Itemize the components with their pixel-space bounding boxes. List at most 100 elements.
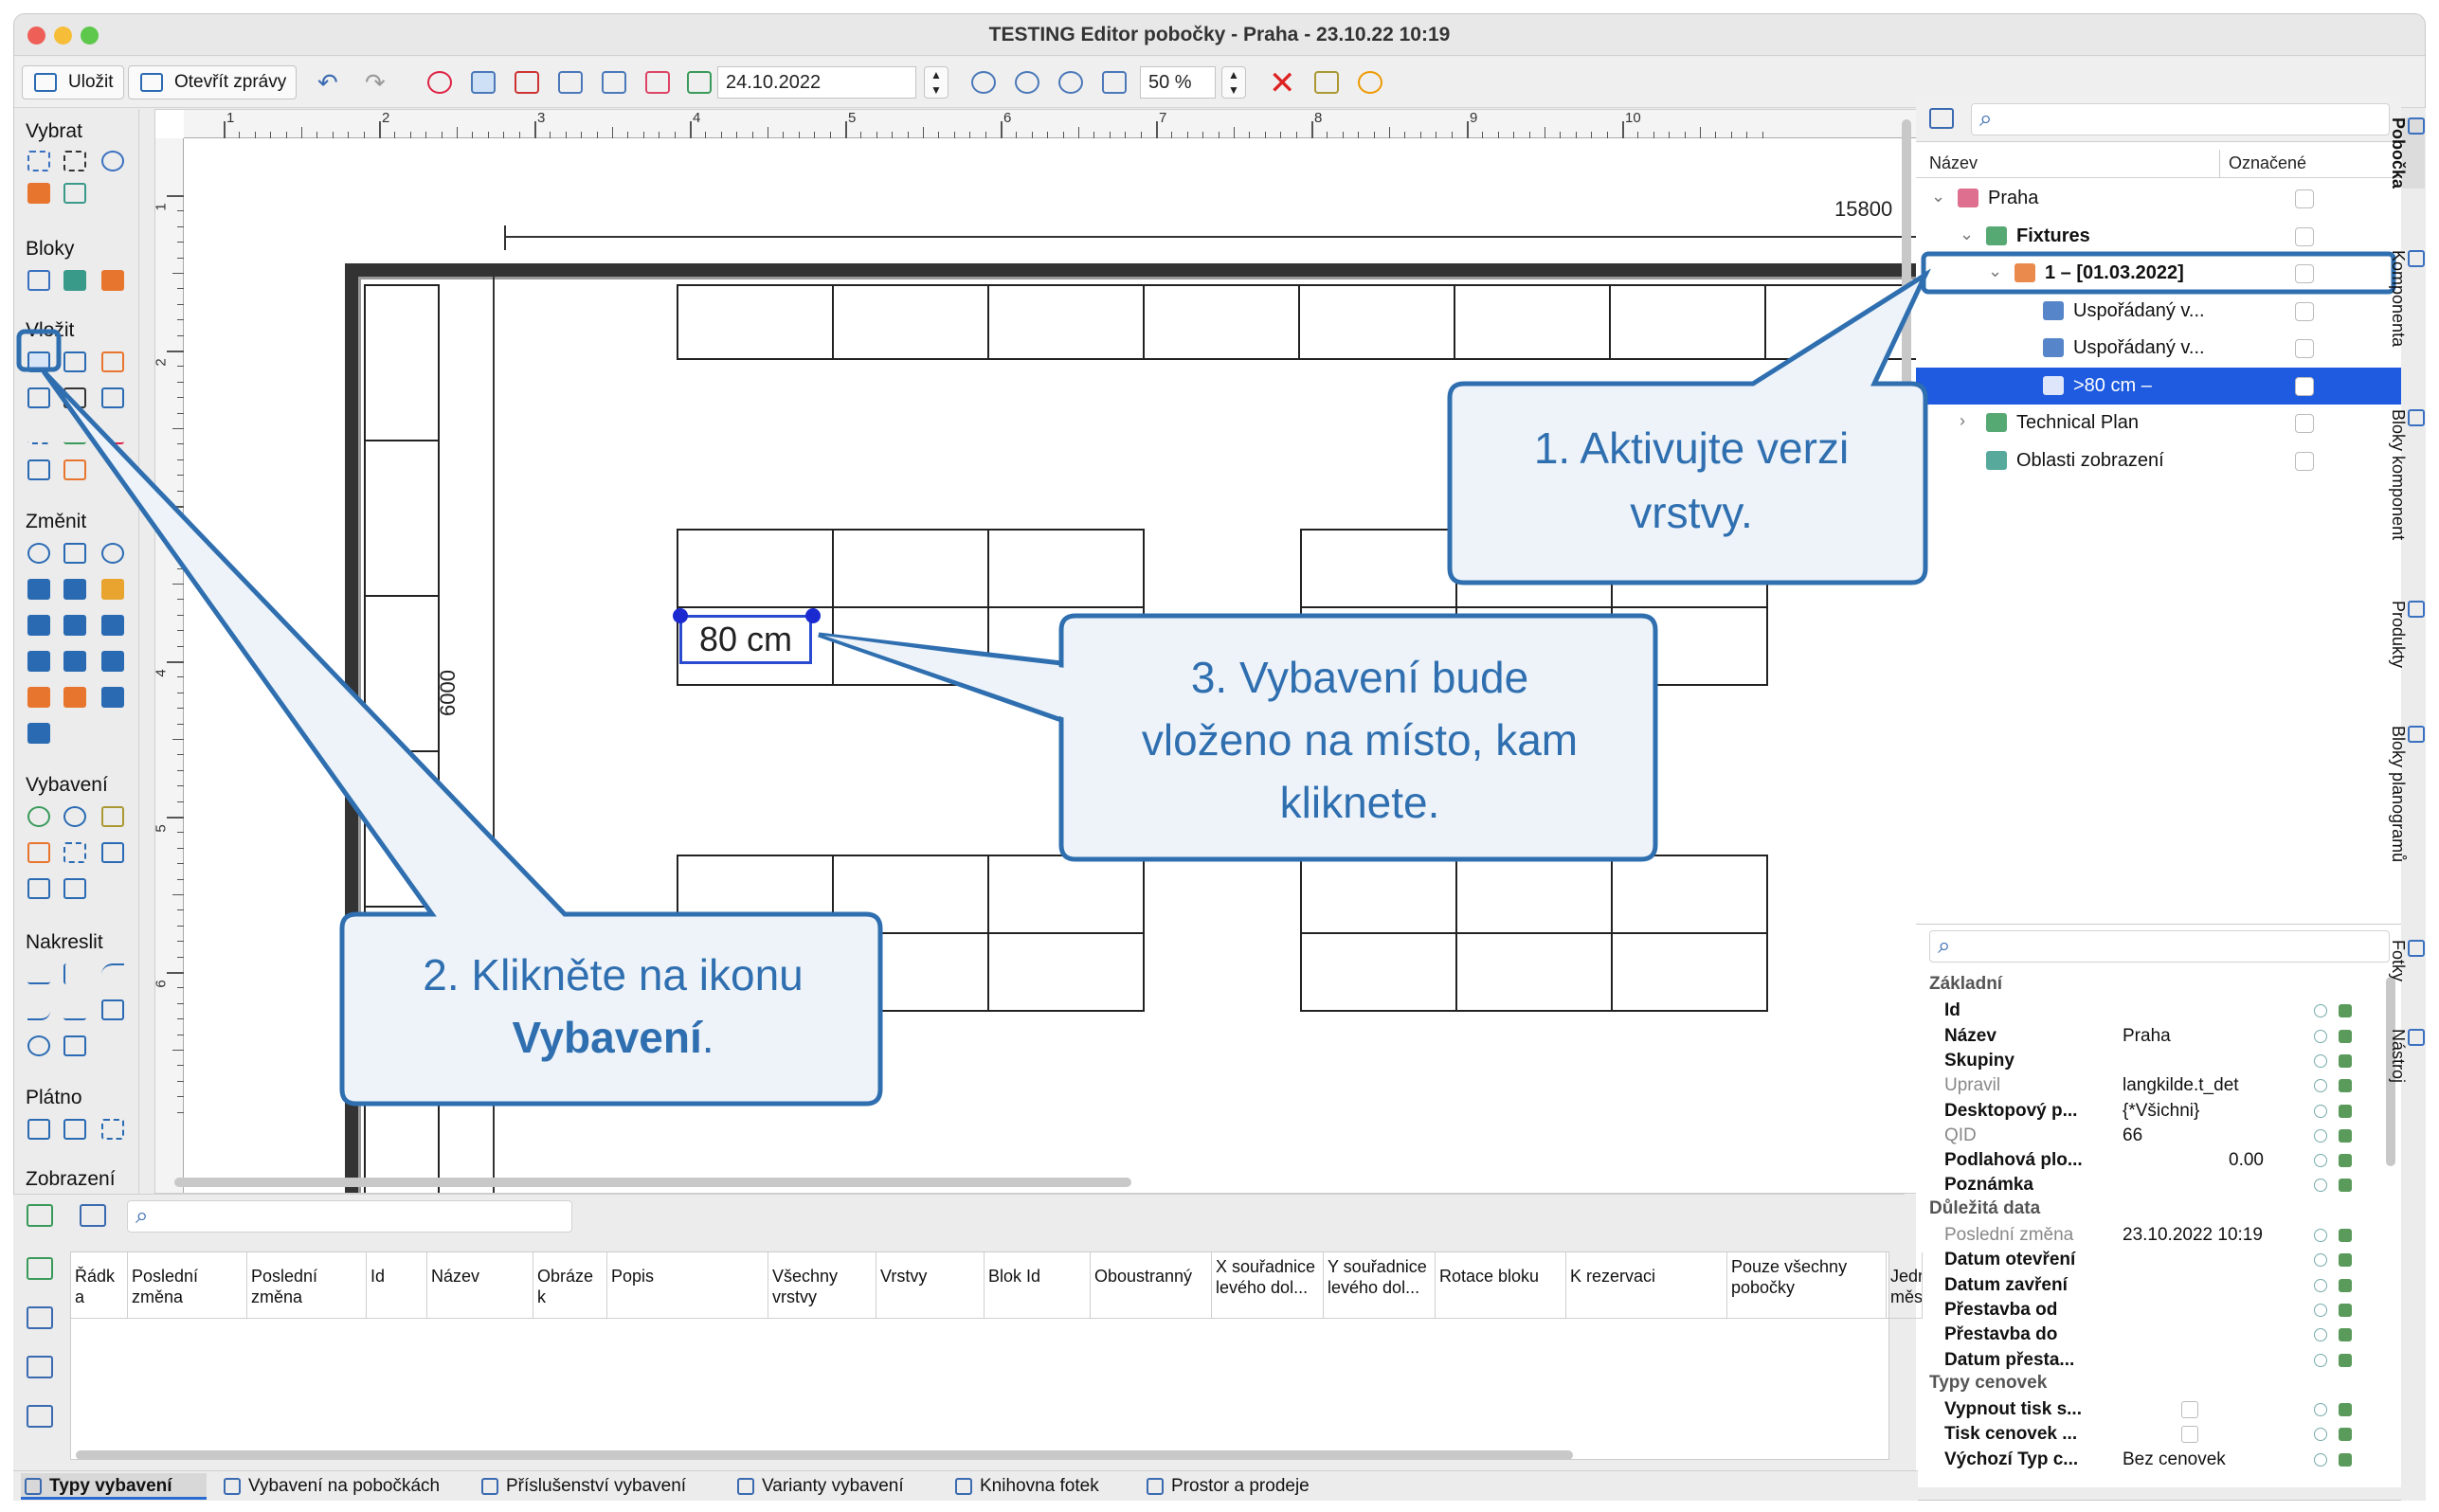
align-bottom-icon[interactable] (101, 651, 124, 672)
prop-reset-icon[interactable] (2314, 1053, 2327, 1068)
prop-edit-icon[interactable] (2339, 1229, 2352, 1242)
prop-edit-icon[interactable] (2339, 1278, 2352, 1292)
wall-shelf-unit[interactable] (364, 440, 440, 597)
island-d-cell[interactable] (1455, 855, 1613, 934)
insert-table-icon[interactable] (101, 387, 124, 408)
prop-reset-icon[interactable] (2314, 1029, 2327, 1043)
tree-expand-icon[interactable]: ⌄ (1931, 178, 1945, 215)
bottom-tab[interactable]: Typy vybavení (21, 1473, 207, 1500)
excel-import-icon[interactable] (27, 1257, 53, 1280)
top-shelf-cell[interactable] (1764, 284, 1916, 360)
island-b-cell[interactable] (1300, 529, 1457, 608)
maximize-window-button[interactable] (81, 27, 99, 45)
insert-gondola-icon[interactable] (101, 351, 124, 372)
vertical-tab[interactable]: Nástroj (2389, 1029, 2425, 1083)
tree-item-checkbox[interactable] (2295, 189, 2314, 208)
tree-expand-icon[interactable]: › (1960, 403, 1965, 440)
fixture-rename-icon[interactable] (101, 806, 124, 827)
rotate-icon[interactable] (101, 543, 124, 564)
data-grid[interactable]: Řádk a Poslední změna Poslední změna Id Náze… (70, 1251, 1923, 1460)
fixture-tree-icon[interactable] (27, 806, 50, 827)
top-shelf-cell[interactable] (1454, 284, 1611, 360)
wall-shelf-unit[interactable] (364, 595, 440, 752)
bottom-tab[interactable]: Knihovna fotek (951, 1473, 1129, 1500)
top-shelf-cell[interactable] (1609, 284, 1766, 360)
vertical-tab[interactable]: Bloky komponent (2389, 409, 2425, 540)
island-a-cell[interactable] (987, 529, 1145, 608)
tree-item[interactable]: ⌄ Praha (1916, 180, 2401, 217)
prop-edit-icon[interactable] (2339, 1179, 2352, 1193)
prop-reset-icon[interactable] (2314, 1278, 2327, 1292)
island-c-cell[interactable] (832, 855, 989, 934)
redo-icon[interactable]: ↷ (365, 68, 386, 98)
grid-table-icon[interactable] (80, 1204, 106, 1227)
camera-icon[interactable] (645, 71, 670, 94)
prop-edit-icon[interactable] (2339, 1303, 2352, 1317)
bottom-tab[interactable]: Varianty vybavení (733, 1473, 940, 1500)
wall-shelf-unit[interactable] (364, 750, 440, 908)
prop-row[interactable]: Skupiny (1916, 1049, 2390, 1073)
top-shelf-cell[interactable] (1298, 284, 1455, 360)
select-tool-icon[interactable] (27, 151, 50, 171)
dimension-line-top[interactable] (504, 236, 1916, 238)
zoom-stepper[interactable]: ▲ ▼ (1221, 66, 1246, 99)
vertical-tab[interactable]: Bloky planogramů (2389, 726, 2425, 862)
prop-edit-icon[interactable] (2339, 1328, 2352, 1342)
vertical-tab[interactable]: Pobočka (2389, 117, 2425, 189)
island-d-cell[interactable] (1300, 855, 1457, 934)
island-d-cell[interactable] (1611, 932, 1768, 1012)
draw-rect-icon[interactable] (101, 999, 124, 1020)
node-tool-icon[interactable] (63, 183, 86, 204)
island-c-cell[interactable] (987, 855, 1145, 934)
prop-reset-icon[interactable] (2314, 1428, 2327, 1442)
vertical-tab[interactable]: Produkty (2389, 601, 2425, 668)
chart-icon[interactable] (27, 1405, 53, 1428)
prop-reset-icon[interactable] (2314, 1328, 2327, 1342)
csv-export-icon[interactable] (27, 1306, 53, 1329)
top-shelf-cell[interactable] (1143, 284, 1300, 360)
prop-reset-icon[interactable] (2314, 1154, 2327, 1168)
prop-row[interactable]: Upravil langkilde.t_det (1916, 1073, 2390, 1098)
insert-text-icon[interactable] (27, 387, 50, 408)
spacing-icon[interactable] (27, 651, 50, 672)
table-view-icon[interactable] (1929, 108, 1954, 129)
prop-edit-icon[interactable] (2339, 1079, 2352, 1093)
fixture-variant-icon[interactable] (27, 842, 50, 863)
tree-item-checkbox[interactable] (2295, 451, 2314, 471)
grid-h-scrollbar[interactable] (76, 1450, 1573, 1460)
prop-reset-icon[interactable] (2314, 1179, 2327, 1193)
props-search-input[interactable]: ⌕ (1929, 930, 2390, 963)
grid-column-header[interactable]: Všechny vrstvy (768, 1252, 876, 1319)
island-a-cell[interactable] (832, 606, 989, 686)
vertical-tab[interactable]: Fotky (2389, 940, 2425, 981)
grid-column-header[interactable]: Řádk a (71, 1252, 128, 1319)
group-icon[interactable] (27, 687, 50, 708)
insert-svg-icon[interactable] (63, 459, 86, 480)
insert-photo-icon[interactable] (63, 387, 86, 408)
excel-export-icon[interactable] (27, 1204, 53, 1227)
path-icon[interactable] (602, 71, 626, 94)
grid-column-header[interactable]: Název (427, 1252, 533, 1319)
dimension-tick-top[interactable] (504, 225, 506, 250)
fixture-export-icon[interactable] (63, 878, 86, 899)
grid-column-header[interactable]: Poslední změna (247, 1252, 367, 1319)
tree-item[interactable]: ⌄ 1 – [01.03.2022] (1916, 255, 2401, 292)
prop-row[interactable]: QID 66 (1916, 1124, 2390, 1148)
prop-edit-icon[interactable] (2339, 1004, 2352, 1018)
props-section-header[interactable]: Základní (1929, 974, 2002, 995)
tree-expand-icon[interactable]: ⌄ (1960, 216, 1974, 253)
layers-icon[interactable] (687, 71, 712, 94)
prop-edit-icon[interactable] (2339, 1353, 2352, 1367)
prop-reset-icon[interactable] (2314, 1303, 2327, 1317)
prop-row[interactable]: Poslední změna 23.10.2022 10:19 (1916, 1223, 2390, 1248)
prop-edit-icon[interactable] (2339, 1029, 2352, 1043)
layer-tool-icon[interactable] (27, 183, 50, 204)
tree-item-checkbox[interactable] (2295, 264, 2314, 283)
grid-column-header[interactable]: Rotace bloku (1436, 1252, 1566, 1319)
distribute-icon[interactable] (63, 579, 86, 600)
copy-icon[interactable] (63, 543, 86, 564)
zoom-out-icon[interactable] (1015, 71, 1039, 94)
draw-curve-icon[interactable] (27, 999, 50, 1020)
canvas-h-scrollbar[interactable] (174, 1178, 1131, 1187)
prop-row[interactable]: Přestavba od (1916, 1298, 2390, 1323)
